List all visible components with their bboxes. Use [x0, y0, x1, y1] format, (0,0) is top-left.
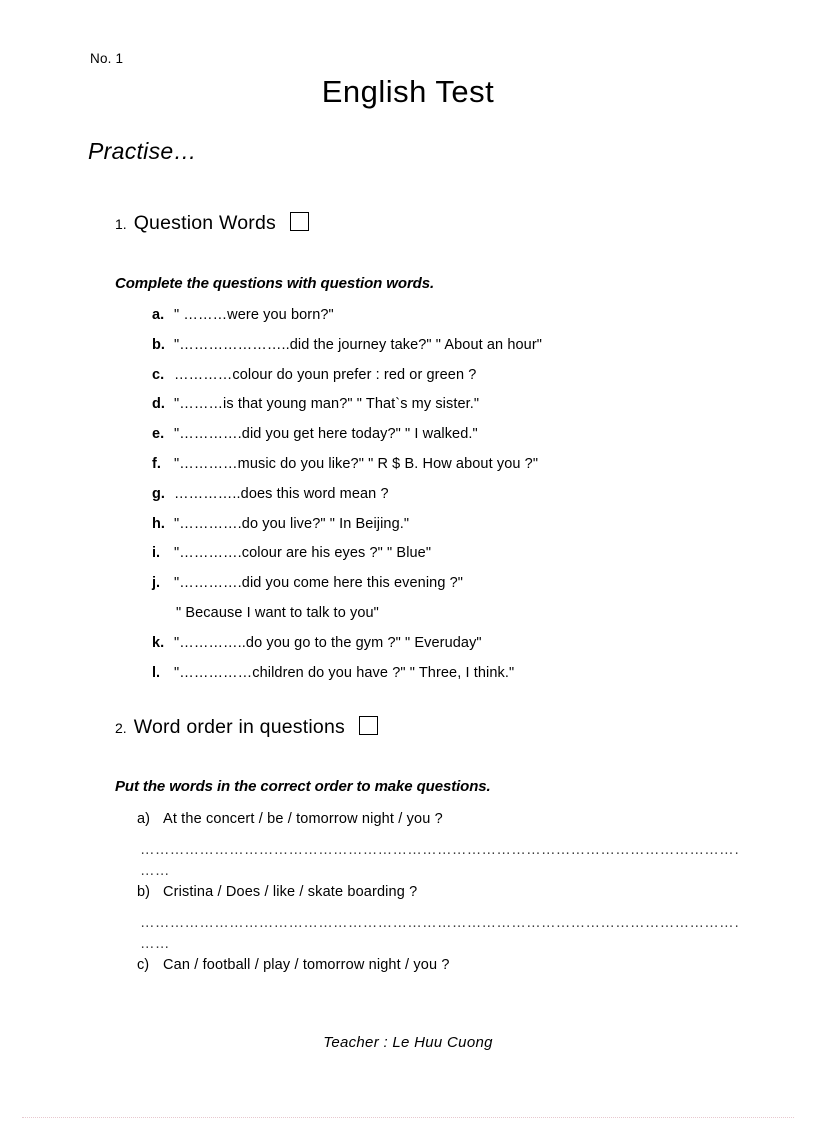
word-order-item: a) At the concert / be / tomorrow night …	[137, 811, 757, 840]
item-marker: k.	[152, 634, 165, 651]
document-page: No. 1 English Test Practise… 1. Question…	[0, 0, 816, 1123]
section-title-2: Word order in questions	[133, 716, 345, 738]
item-text: "…………music do you like?" " R $ B. How ab…	[174, 455, 539, 472]
word-order-item: b) Cristina / Does / like / skate boardi…	[137, 884, 757, 913]
question-item: g. …………..does this word mean ?	[152, 486, 792, 516]
item-text: "…………………..did the journey take?" " About…	[174, 336, 543, 353]
section-title-1: Question Words	[133, 212, 276, 234]
item-marker: c.	[152, 366, 165, 383]
item-marker: l.	[152, 664, 161, 681]
item-marker: j.	[152, 575, 161, 592]
question-item: k. "…………..do you go to the gym ?" " Ever…	[152, 635, 792, 665]
question-item: b. "…………………..did the journey take?" " Ab…	[152, 337, 792, 367]
item-text: "………….did you get here today?" " I walke…	[174, 426, 478, 443]
question-item: e. "………….did you get here today?" " I wa…	[152, 426, 792, 456]
question-item: f. "…………music do you like?" " R $ B. How…	[152, 456, 792, 486]
section-number-1: 1.	[115, 216, 127, 232]
item-marker: b)	[137, 884, 150, 900]
page-bottom-rule	[22, 1117, 794, 1118]
answer-writing-line[interactable]: ……………………………………………………………………………………………………………	[137, 840, 757, 884]
word-order-list: a) At the concert / be / tomorrow night …	[137, 811, 757, 986]
answer-dots-short: ……	[140, 936, 170, 952]
word-order-item: c) Can / football / play / tomorrow nigh…	[137, 957, 757, 986]
teacher-signature: Teacher : Le Huu Cuong	[323, 1034, 493, 1051]
item-text: …………..does this word mean ?	[174, 485, 389, 502]
question-item: i. "………….colour are his eyes ?" " Blue"	[152, 545, 792, 575]
empty-checkbox-icon[interactable]	[358, 716, 378, 735]
answer-writing-line[interactable]: ……………………………………………………………………………………………………………	[137, 913, 757, 957]
item-marker: b.	[152, 336, 165, 353]
item-text: …………colour do youn prefer : red or green…	[174, 366, 477, 383]
item-text: "………….do you live?" " In Beijing."	[174, 515, 410, 532]
section-number-2: 2.	[115, 720, 127, 736]
item-text: "…………..do you go to the gym ?" " Everuda…	[174, 634, 482, 651]
item-text: "………is that young man?" " That`s my sist…	[174, 396, 480, 413]
section-heading-2: 2. Word order in questions	[115, 714, 378, 739]
item-text: " ………were you born?"	[174, 307, 334, 323]
question-item: j. "………….did you come here this evening …	[152, 575, 792, 605]
item-text: Can / football / play / tomorrow night /…	[163, 957, 450, 973]
question-item-continuation: " Because I want to talk to you"	[152, 605, 792, 635]
page-title: English Test	[321, 74, 495, 109]
item-text: " Because I want to talk to you"	[176, 604, 379, 621]
question-item: l. "……………children do you have ?" " Three…	[152, 665, 792, 695]
item-marker: i.	[152, 545, 161, 562]
section-instruction-2: Put the words in the correct order to ma…	[115, 778, 491, 795]
answer-dots-short: ……	[140, 863, 170, 879]
document-subtitle: Practise…	[88, 138, 197, 164]
item-marker: a.	[152, 307, 165, 323]
item-marker: c)	[137, 957, 150, 973]
question-words-list: a. " ………were you born?" b. "…………………..did…	[152, 307, 792, 694]
page-number-label: No. 1	[90, 51, 124, 66]
question-item: c. …………colour do youn prefer : red or gr…	[152, 367, 792, 397]
item-text: "………….did you come here this evening ?"	[174, 575, 464, 592]
section-heading-1: 1. Question Words	[115, 210, 309, 235]
question-item: a. " ………were you born?"	[152, 307, 792, 337]
item-marker: d.	[152, 396, 165, 413]
question-item: h. "………….do you live?" " In Beijing."	[152, 516, 792, 546]
item-marker: h.	[152, 515, 165, 532]
item-marker: e.	[152, 426, 165, 443]
item-marker: g.	[152, 485, 165, 502]
item-text: "………….colour are his eyes ?" " Blue"	[174, 545, 432, 562]
empty-checkbox-icon[interactable]	[289, 212, 309, 231]
item-marker: a)	[137, 811, 150, 827]
answer-dots-long: ……………………………………………………………………………………………………………	[140, 915, 738, 931]
question-item: d. "………is that young man?" " That`s my s…	[152, 396, 792, 426]
section-instruction-1: Complete the questions with question wor…	[115, 275, 435, 292]
item-text: Cristina / Does / like / skate boarding …	[163, 884, 418, 900]
item-text: "……………children do you have ?" " Three, I…	[174, 664, 515, 681]
item-text: At the concert / be / tomorrow night / y…	[163, 811, 443, 827]
item-marker: f.	[152, 455, 161, 472]
answer-dots-long: ……………………………………………………………………………………………………………	[140, 842, 738, 858]
